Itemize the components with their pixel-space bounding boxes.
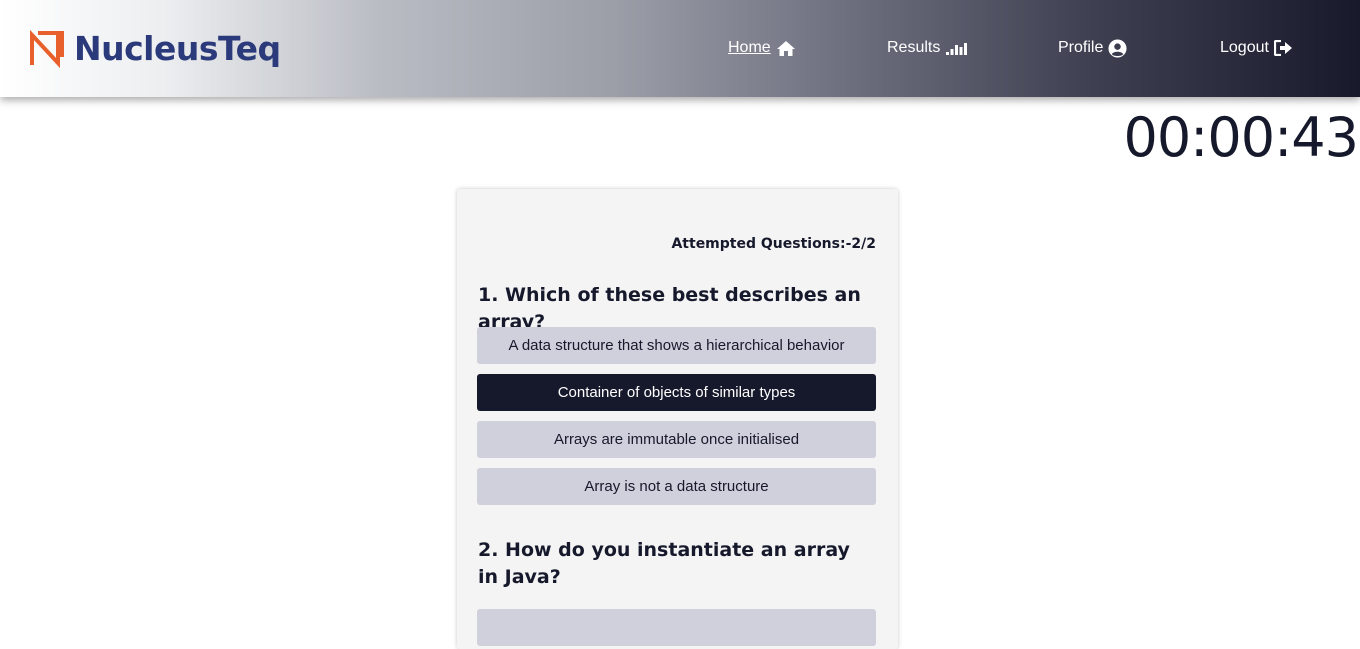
question-2-text: 2. How do you instantiate an array in Ja…	[478, 539, 850, 588]
nav-results-label: Results	[887, 39, 941, 56]
quiz-card: Attempted Questions:-2/2 1. Which of the…	[457, 189, 898, 649]
question-1-option-2[interactable]: Container of objects of similar types	[477, 374, 876, 411]
quiz-timer: 00:00:43	[1123, 106, 1359, 169]
attempted-questions-count: Attempted Questions:-2/2	[671, 236, 876, 252]
nav-logout[interactable]: Logout	[1220, 37, 1293, 59]
nav-profile[interactable]: Profile	[1058, 37, 1127, 59]
brand-logo[interactable]: NucleusTeq	[28, 28, 281, 70]
question-1-option-3[interactable]: Arrays are immutable once initialised	[477, 421, 876, 458]
top-navbar: NucleusTeq Home Results Profile Logout	[0, 0, 1360, 97]
sign-out-icon	[1273, 40, 1292, 56]
nav-results[interactable]: Results	[887, 37, 968, 59]
nav-logout-label: Logout	[1220, 39, 1269, 56]
chart-bars-icon	[946, 43, 968, 55]
nav-profile-label: Profile	[1058, 39, 1104, 56]
home-icon	[776, 40, 795, 56]
question-1-option-4[interactable]: Array is not a data structure	[477, 468, 876, 505]
brand-name: NucleusTeq	[74, 29, 281, 68]
question-2-option-1[interactable]	[477, 609, 876, 646]
user-circle-icon	[1108, 38, 1127, 58]
nav-home[interactable]: Home	[728, 37, 796, 59]
question-1-option-1[interactable]: A data structure that shows a hierarchic…	[477, 327, 876, 364]
nucleusteq-mark-icon	[30, 29, 64, 69]
nav-home-label: Home	[728, 39, 771, 56]
